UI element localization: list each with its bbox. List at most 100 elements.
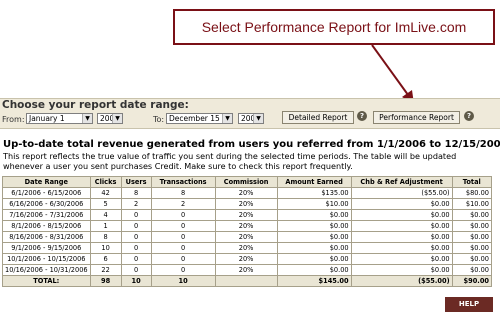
chevron-down-icon[interactable]: ▼ — [82, 114, 92, 123]
table-row: 7/16/2006 - 7/31/2006 4 0 0 20% $0.00 $0… — [2, 209, 493, 221]
cell-amount-earned: $10.00 — [276, 198, 352, 210]
cell-amount-earned: $0.00 — [276, 242, 352, 254]
cell-users: 0 — [120, 242, 152, 254]
column-header: Chb & Ref Adjustment — [350, 176, 453, 188]
column-header: Transactions — [150, 176, 216, 188]
cell-amount-earned: $0.00 — [276, 264, 352, 276]
cell-total: $0.00 — [451, 231, 493, 243]
cell-users: 0 — [120, 253, 152, 265]
cell-total: $0.00 — [451, 242, 493, 254]
cell-adjustment: $0.00 — [350, 198, 453, 210]
cell-total: $80.00 — [451, 187, 493, 199]
cell-amount-earned: $0.00 — [276, 209, 352, 221]
chevron-down-icon[interactable]: ▼ — [112, 114, 122, 123]
from-label: From: — [2, 115, 25, 124]
cell-commission: 20% — [214, 198, 278, 210]
cell-transactions: 0 — [150, 253, 216, 265]
cell-total: $0.00 — [451, 209, 493, 221]
help-question-icon[interactable]: ? — [357, 111, 367, 121]
table-row: 8/1/2006 - 8/15/2006 1 0 0 20% $0.00 $0.… — [2, 220, 493, 232]
date-range-title: Choose your report date range: — [2, 99, 189, 111]
total-amount-earned: $145.00 — [276, 275, 352, 287]
total-adjustment: ($55.00) — [350, 275, 453, 287]
cell-commission: 20% — [214, 253, 278, 265]
cell-adjustment: $0.00 — [350, 242, 453, 254]
cell-clicks: 1 — [89, 220, 122, 232]
cell-users: 2 — [120, 198, 152, 210]
cell-commission: 20% — [214, 231, 278, 243]
cell-clicks: 6 — [89, 253, 122, 265]
cell-commission: 20% — [214, 264, 278, 276]
cell-amount-earned: $0.00 — [276, 220, 352, 232]
total-label: TOTAL: — [2, 275, 91, 287]
cell-users: 0 — [120, 209, 152, 221]
to-month-select[interactable]: December 15 ▼ — [166, 113, 233, 124]
column-header: Commission — [214, 176, 278, 188]
help-question-icon[interactable]: ? — [464, 111, 474, 121]
table-header-row: Date Range Clicks Users Transactions Com… — [2, 176, 493, 188]
detailed-report-button[interactable]: Detailed Report — [282, 111, 354, 124]
performance-report-button[interactable]: Performance Report — [373, 111, 460, 124]
table-row: 8/16/2006 - 8/31/2006 8 0 0 20% $0.00 $0… — [2, 231, 493, 243]
cell-amount-earned: $0.00 — [276, 253, 352, 265]
cell-users: 0 — [120, 231, 152, 243]
to-label: To: — [153, 115, 165, 124]
cell-users: 8 — [120, 187, 152, 199]
cell-clicks: 22 — [89, 264, 122, 276]
help-button[interactable]: HELP — [445, 297, 493, 312]
total-transactions: 10 — [150, 275, 216, 287]
report-description: This report reflects the true value of t… — [3, 151, 457, 171]
cell-users: 0 — [120, 264, 152, 276]
cell-transactions: 2 — [150, 198, 216, 210]
column-header: Clicks — [89, 176, 122, 188]
table-row: 9/1/2006 - 9/15/2006 10 0 0 20% $0.00 $0… — [2, 242, 493, 254]
cell-date-range: 8/1/2006 - 8/15/2006 — [2, 220, 91, 232]
table-row: 6/16/2006 - 6/30/2006 5 2 2 20% $10.00 $… — [2, 198, 493, 210]
chevron-down-icon[interactable]: ▼ — [222, 114, 232, 123]
total-clicks: 98 — [89, 275, 122, 287]
cell-total: $10.00 — [451, 198, 493, 210]
cell-amount-earned: $135.00 — [276, 187, 352, 199]
cell-date-range: 7/16/2006 - 7/31/2006 — [2, 209, 91, 221]
cell-total: $0.00 — [451, 220, 493, 232]
cell-adjustment: $0.00 — [350, 253, 453, 265]
cell-adjustment: $0.00 — [350, 209, 453, 221]
performance-table: Date Range Clicks Users Transactions Com… — [2, 176, 493, 287]
cell-date-range: 6/1/2006 - 6/15/2006 — [2, 187, 91, 199]
from-month-select[interactable]: January 1 ▼ — [26, 113, 93, 124]
cell-transactions: 0 — [150, 242, 216, 254]
cell-transactions: 0 — [150, 264, 216, 276]
cell-transactions: 8 — [150, 187, 216, 199]
table-row: 10/16/2006 - 10/31/2006 22 0 0 20% $0.00… — [2, 264, 493, 276]
cell-date-range: 10/16/2006 - 10/31/2006 — [2, 264, 91, 276]
cell-adjustment: ($55.00) — [350, 187, 453, 199]
cell-transactions: 0 — [150, 220, 216, 232]
cell-commission: 20% — [214, 209, 278, 221]
cell-transactions: 0 — [150, 209, 216, 221]
total-commission — [214, 275, 278, 287]
total-total: $90.00 — [451, 275, 493, 287]
from-year-select[interactable]: 2006 ▼ — [97, 113, 123, 124]
cell-total: $0.00 — [451, 253, 493, 265]
to-year-select[interactable]: 2006 ▼ — [238, 113, 264, 124]
to-month-value: December 15 — [169, 114, 220, 123]
cell-clicks: 42 — [89, 187, 122, 199]
column-header: Total — [451, 176, 493, 188]
cell-clicks: 4 — [89, 209, 122, 221]
cell-clicks: 10 — [89, 242, 122, 254]
from-month-value: January 1 — [29, 114, 65, 123]
report-headline: Up-to-date total revenue generated from … — [3, 139, 500, 150]
cell-commission: 20% — [214, 220, 278, 232]
column-header: Amount Earned — [276, 176, 352, 188]
cell-commission: 20% — [214, 187, 278, 199]
cell-date-range: 10/1/2006 - 10/15/2006 — [2, 253, 91, 265]
table-row: 6/1/2006 - 6/15/2006 42 8 8 20% $135.00 … — [2, 187, 493, 199]
cell-users: 0 — [120, 220, 152, 232]
cell-clicks: 8 — [89, 231, 122, 243]
column-header: Date Range — [2, 176, 91, 188]
cell-adjustment: $0.00 — [350, 264, 453, 276]
cell-adjustment: $0.00 — [350, 231, 453, 243]
chevron-down-icon[interactable]: ▼ — [253, 114, 263, 123]
cell-date-range: 6/16/2006 - 6/30/2006 — [2, 198, 91, 210]
cell-total: $0.00 — [451, 264, 493, 276]
